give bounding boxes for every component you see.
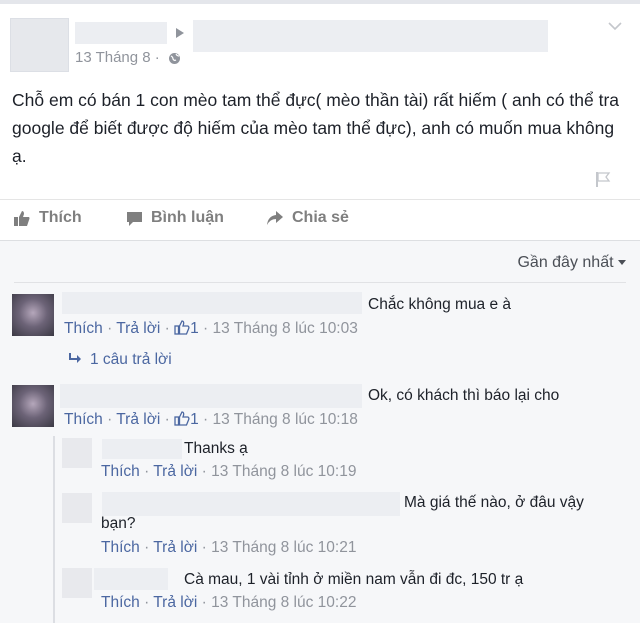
author-name-redacted[interactable] <box>75 22 167 44</box>
reply-meta: Thích · Trả lời · 13 Tháng 8 lúc 10:22 <box>101 594 357 611</box>
share-arrow-icon <box>267 211 283 225</box>
comment-text: Ok, có khách thì báo lại cho <box>368 387 560 404</box>
avatar[interactable] <box>62 438 92 468</box>
avatar[interactable] <box>62 493 92 523</box>
reply-time[interactable]: 13 Tháng 8 lúc 10:21 <box>211 539 356 556</box>
reply-meta: Thích · Trả lời · 13 Tháng 8 lúc 10:21 <box>101 539 357 556</box>
comment-icon <box>127 211 142 226</box>
comment-reply-link[interactable]: Trả lời <box>116 411 160 428</box>
share-label: Chia sẻ <box>292 209 349 226</box>
reply-author-redacted[interactable] <box>102 492 400 516</box>
view-replies-link[interactable]: 1 câu trả lời <box>68 351 172 369</box>
like-label: Thích <box>39 209 82 226</box>
comment-reply-link[interactable]: Trả lời <box>116 320 160 337</box>
comment-like-link[interactable]: Thích <box>64 411 103 428</box>
thumbs-up-icon <box>14 211 30 226</box>
avatar[interactable] <box>12 294 54 336</box>
sort-dropdown[interactable]: Gần đây nhất <box>517 254 626 272</box>
comment-meta: Thích · Trả lời · 1 · 13 Tháng 8 lúc 10:… <box>64 411 358 428</box>
thumbs-up-icon <box>174 320 190 335</box>
reply-reply-link[interactable]: Trả lời <box>153 463 197 480</box>
caret-down-icon <box>618 259 626 265</box>
reply-text: Mà giá thế nào, ở đâu vậy <box>404 494 584 511</box>
divider <box>0 240 640 241</box>
reply-arrow-icon <box>69 353 81 363</box>
reply-author-redacted[interactable] <box>102 439 182 459</box>
avatar[interactable] <box>62 568 92 598</box>
avatar[interactable] <box>12 385 54 427</box>
triangle-arrow-icon <box>176 28 184 38</box>
post-date[interactable]: 13 Tháng 8 · <box>75 49 160 66</box>
reply-author-redacted[interactable] <box>94 568 168 590</box>
like-button[interactable]: Thích <box>13 209 82 227</box>
comment-label: Bình luận <box>151 209 224 226</box>
comment-time[interactable]: 13 Tháng 8 lúc 10:03 <box>213 320 358 337</box>
reply-like-link[interactable]: Thích <box>101 594 140 611</box>
reply-like-link[interactable]: Thích <box>101 539 140 556</box>
thumbs-up-icon <box>174 411 190 426</box>
chevron-down-icon[interactable] <box>607 20 623 32</box>
reply-meta: Thích · Trả lời · 13 Tháng 8 lúc 10:19 <box>101 463 357 480</box>
comment-button[interactable]: Bình luận <box>126 209 224 227</box>
reply-text: Cà mau, 1 vài tỉnh ở miền nam vẫn đi đc,… <box>184 571 524 588</box>
commenter-name-redacted[interactable] <box>62 292 362 314</box>
replies-thread-line <box>53 436 55 623</box>
divider <box>14 282 626 283</box>
recipient-name-redacted[interactable] <box>193 20 548 52</box>
reply-text-continued: bạn? <box>101 515 136 532</box>
like-count[interactable]: 1 <box>190 411 199 428</box>
divider <box>0 199 640 200</box>
comment-text: Chắc không mua e à <box>368 296 512 313</box>
post-author-avatar[interactable] <box>10 18 69 72</box>
reply-text: Thanks ạ <box>184 440 248 457</box>
share-button[interactable]: Chia sẻ <box>266 209 349 227</box>
like-count[interactable]: 1 <box>190 320 199 337</box>
commenter-name-redacted[interactable] <box>60 384 362 408</box>
comment-like-link[interactable]: Thích <box>64 320 103 337</box>
comment-time[interactable]: 13 Tháng 8 lúc 10:18 <box>213 411 358 428</box>
reply-reply-link[interactable]: Trả lời <box>153 539 197 556</box>
reply-time[interactable]: 13 Tháng 8 lúc 10:19 <box>211 463 356 480</box>
comment-meta: Thích · Trả lời · 1 · 13 Tháng 8 lúc 10:… <box>64 320 358 337</box>
reply-reply-link[interactable]: Trả lời <box>153 594 197 611</box>
reply-like-link[interactable]: Thích <box>101 463 140 480</box>
top-border <box>0 0 640 4</box>
reply-time[interactable]: 13 Tháng 8 lúc 10:22 <box>211 594 356 611</box>
globe-icon <box>169 53 180 64</box>
flag-icon[interactable] <box>594 170 612 188</box>
post-text: Chỗ em có bán 1 con mèo tam thể đực( mèo… <box>12 90 620 166</box>
